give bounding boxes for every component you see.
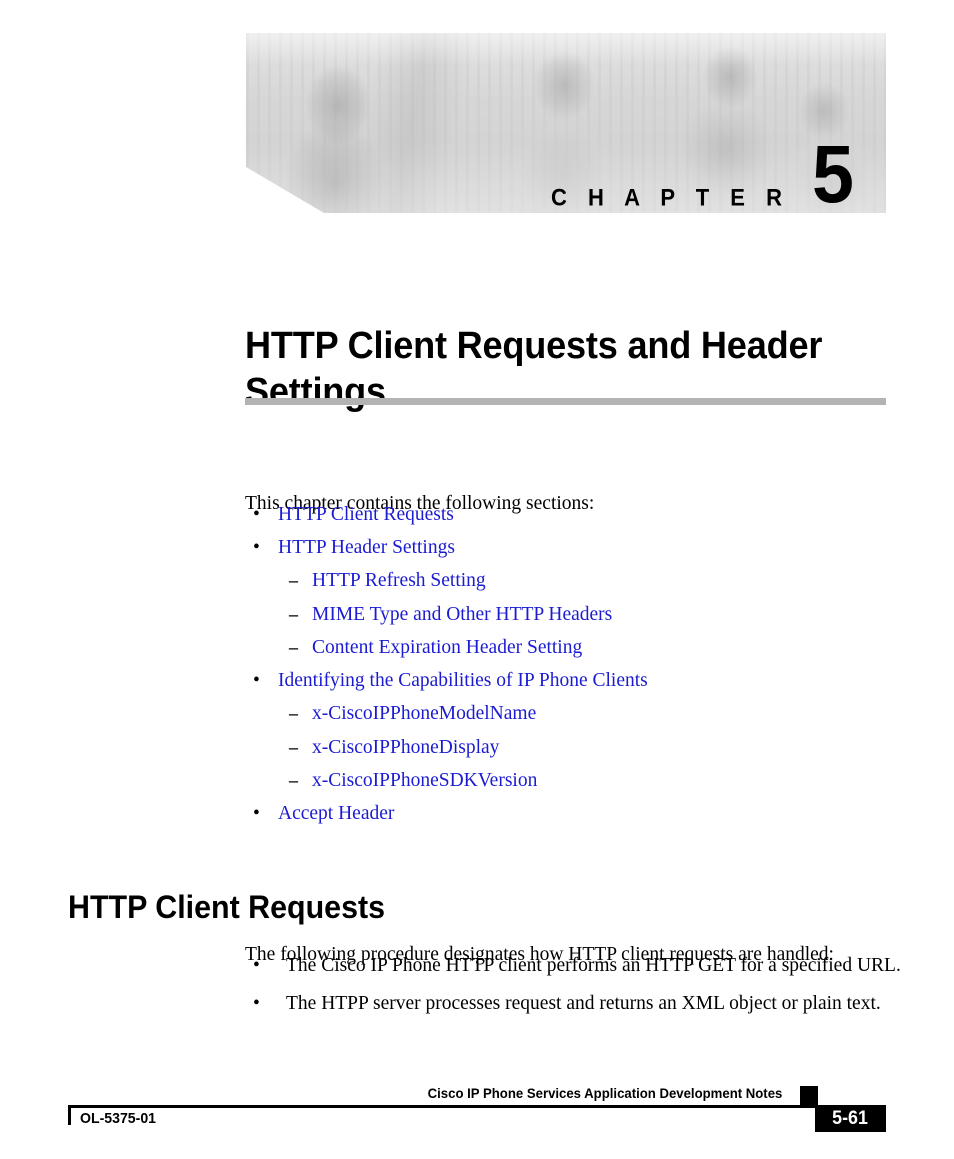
toc-link[interactable]: Content Expiration Header Setting: [312, 636, 582, 660]
bullet-icon: •: [253, 669, 260, 691]
dash-icon: –: [289, 603, 298, 624]
toc-item[interactable]: • Accept Header: [245, 802, 885, 826]
toc-link[interactable]: HTTP Refresh Setting: [312, 569, 486, 593]
toc-item[interactable]: – MIME Type and Other HTTP Headers: [245, 602, 885, 627]
section-bullet-list: • The Cisco IP Phone HTTP client performs…: [245, 954, 905, 1030]
toc-item[interactable]: – x-CiscoIPPhoneSDKVersion: [245, 768, 885, 793]
footer-page-number-box: 5-61: [815, 1105, 886, 1132]
toc-item[interactable]: • Identifying the Capabilities of IP Phon…: [245, 669, 885, 693]
toc-link[interactable]: Identifying the Capabilities of IP Phone…: [278, 669, 648, 693]
toc-item[interactable]: – x-CiscoIPPhoneDisplay: [245, 735, 885, 760]
title-divider: [245, 398, 886, 405]
chapter-word-label: C H A P T E R: [551, 183, 790, 211]
dash-icon: –: [289, 570, 298, 590]
toc-link[interactable]: x-CiscoIPPhoneSDKVersion: [312, 769, 537, 793]
toc-link[interactable]: HTTP Client Requests: [278, 503, 454, 527]
bullet-icon: •: [253, 536, 260, 558]
bullet-icon: •: [253, 504, 260, 525]
dash-icon: –: [289, 770, 298, 790]
footer-left-tick: [68, 1105, 71, 1125]
toc-item[interactable]: • HTTP Header Settings: [245, 536, 885, 560]
list-item-text: The HTPP server processes request and re…: [286, 993, 881, 1014]
list-item-text: The Cisco IP Phone HTTP client performs …: [286, 955, 901, 976]
list-item: • The Cisco IP Phone HTTP client performs…: [245, 954, 905, 978]
section-heading: HTTP Client Requests: [68, 888, 386, 925]
bullet-icon: •: [253, 993, 260, 1014]
list-item: • The HTPP server processes request and r…: [245, 992, 905, 1016]
toc-link[interactable]: HTTP Header Settings: [278, 536, 455, 560]
footer-document-id: OL-5375-01: [80, 1110, 157, 1127]
footer-document-title: Cisco IP Phone Services Application Deve…: [427, 1085, 782, 1101]
toc-link[interactable]: x-CiscoIPPhoneModelName: [312, 702, 536, 726]
bullet-icon: •: [253, 802, 260, 824]
toc-item[interactable]: • HTTP Client Requests: [245, 503, 885, 527]
toc-link[interactable]: MIME Type and Other HTTP Headers: [312, 603, 612, 627]
dash-icon: –: [289, 736, 298, 757]
footer-square-marker: [800, 1086, 818, 1105]
toc-item[interactable]: – Content Expiration Header Setting: [245, 635, 885, 660]
dash-icon: –: [289, 703, 298, 723]
toc-list: • HTTP Client Requests • HTTP Header Settin…: [245, 503, 885, 834]
banner-corner-notch: [246, 167, 324, 213]
bullet-icon: •: [253, 955, 260, 976]
toc-link[interactable]: Accept Header: [278, 802, 394, 826]
toc-link[interactable]: x-CiscoIPPhoneDisplay: [312, 736, 499, 760]
chapter-number: 5: [812, 129, 854, 220]
footer-divider: [68, 1105, 886, 1108]
toc-item[interactable]: – HTTP Refresh Setting: [245, 568, 885, 593]
toc-item[interactable]: – x-CiscoIPPhoneModelName: [245, 701, 885, 726]
dash-icon: –: [289, 637, 298, 657]
footer-page-number: 5-61: [832, 1107, 869, 1129]
